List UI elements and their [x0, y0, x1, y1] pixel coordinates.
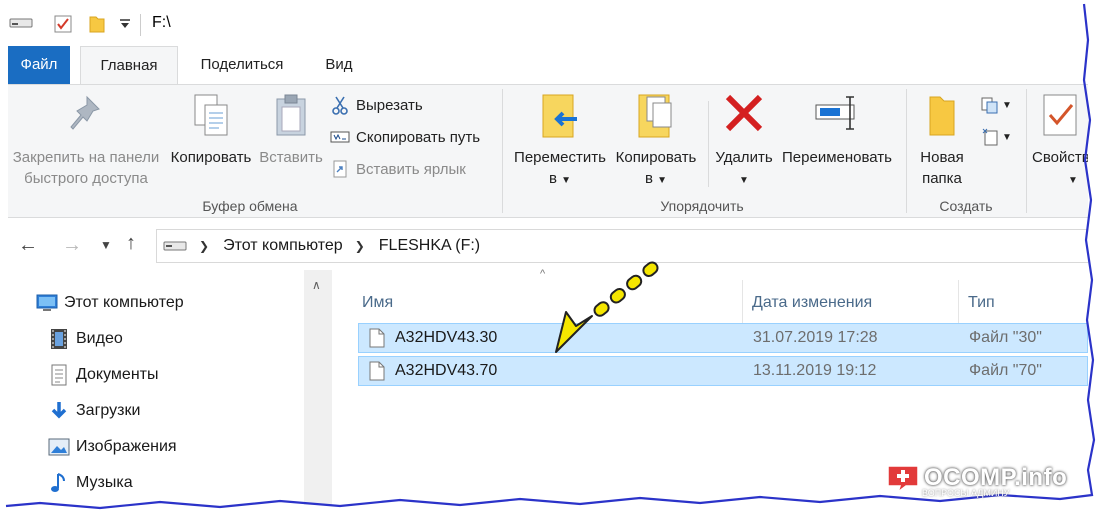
screenshot-frame — [5, 3, 1096, 510]
annotation-arrow — [555, 261, 659, 353]
site-watermark: OCOMP.info ВОПРОСЫ АДМИНУ — [884, 462, 1067, 498]
watermark-logo-icon — [884, 462, 924, 494]
annotation-layer — [5, 3, 1096, 510]
watermark-tagline: ВОПРОСЫ АДМИНУ — [922, 488, 1010, 498]
